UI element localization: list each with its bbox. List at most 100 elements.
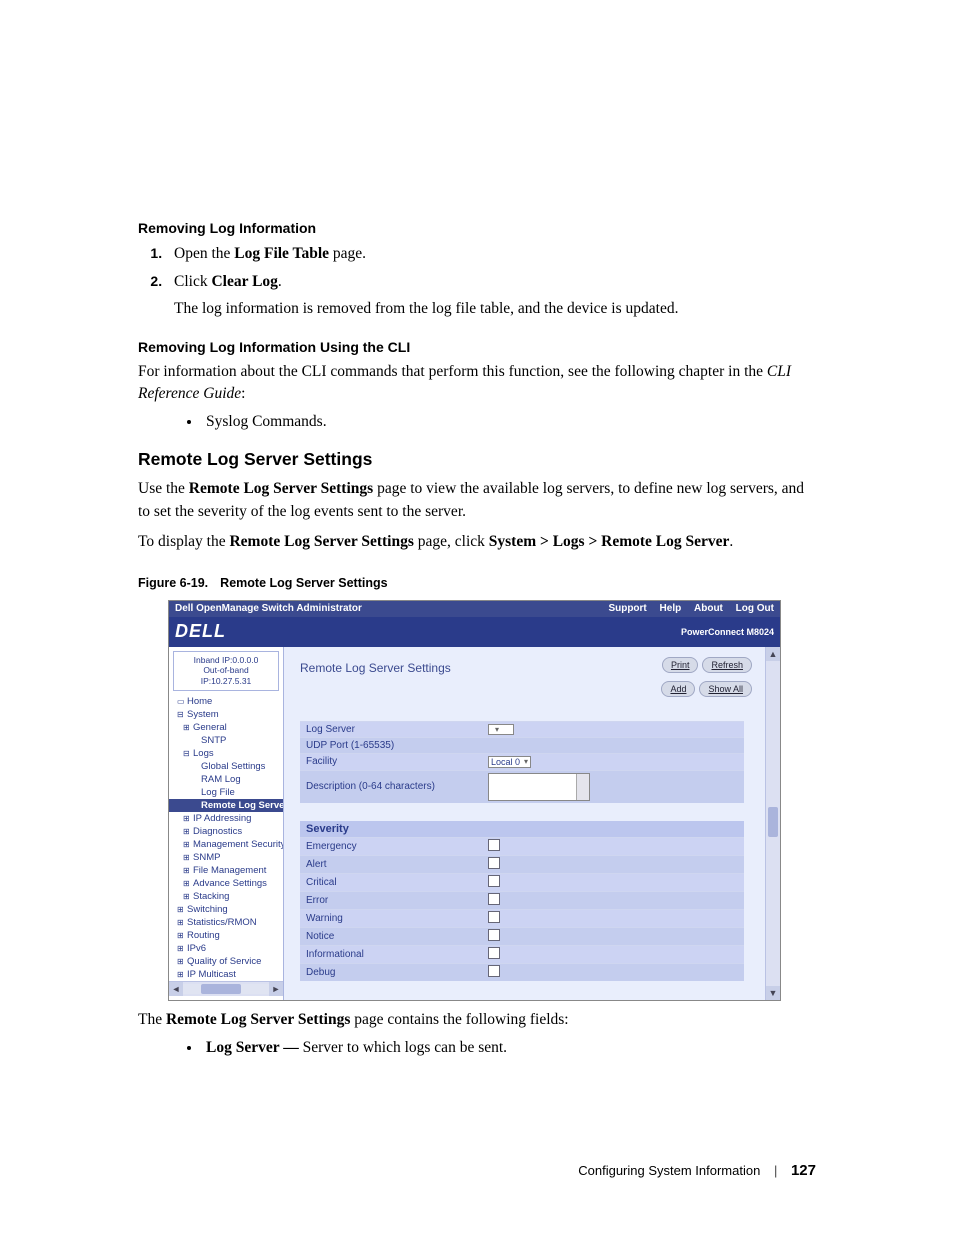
hscroll-left-icon[interactable]: ◄ [169,982,183,996]
nav-item-remote-log-server[interactable]: Remote Log Server [169,799,283,812]
nav-label: SNMP [193,852,220,863]
tree-expander-icon[interactable]: ⊞ [177,905,185,914]
nav-label: IPv6 [187,943,206,954]
nav-item-log-file[interactable]: Log File [169,786,283,799]
severity-label: Informational [300,945,482,963]
nav-item-switching[interactable]: ⊞Switching [169,903,283,916]
step-1-bold: Log File Table [234,245,329,262]
severity-label: Alert [300,855,482,873]
tree-expander-icon[interactable]: ⊞ [183,840,191,849]
section-path-pre: To display the [138,533,229,550]
nav-item-ipv6[interactable]: ⊞IPv6 [169,942,283,955]
severity-row-emergency: Emergency [300,837,744,855]
refresh-button[interactable]: Refresh [702,657,752,673]
log-server-select[interactable] [488,724,514,735]
tree-expander-icon[interactable]: ⊞ [183,853,191,862]
row-facility: Facility Local 0 [300,753,744,770]
nav-item-routing[interactable]: ⊞Routing [169,929,283,942]
figure-caption: Figure 6-19.Remote Log Server Settings [138,576,816,590]
showall-button[interactable]: Show All [699,681,752,697]
ss-topbar: Dell OpenManage Switch Administrator Sup… [169,601,780,617]
link-help[interactable]: Help [660,603,682,614]
severity-label: Error [300,891,482,909]
tree-expander-icon[interactable]: ⊞ [177,944,185,953]
severity-checkbox-alert[interactable] [488,857,500,869]
hscroll-thumb[interactable] [201,984,241,994]
nav-hscroll[interactable]: ◄ ► [169,981,283,996]
tree-expander-icon[interactable]: ⊞ [183,866,191,875]
link-about[interactable]: About [694,603,723,614]
nav-item-system[interactable]: ⊟System [169,708,283,721]
severity-checkbox-critical[interactable] [488,875,500,887]
nav-item-ip-multicast[interactable]: ⊞IP Multicast [169,968,283,981]
tree-expander-icon[interactable]: ⊟ [183,749,191,758]
severity-row-critical: Critical [300,873,744,891]
nav-label: Remote Log Server [201,800,283,811]
nav-item-file-management[interactable]: ⊞File Management [169,864,283,877]
nav-label: Home [187,696,212,707]
tree-expander-icon[interactable]: ⊞ [183,892,191,901]
nav-item-diagnostics[interactable]: ⊞Diagnostics [169,825,283,838]
nav-item-advance-settings[interactable]: ⊞Advance Settings [169,877,283,890]
tree-expander-icon[interactable]: ▭ [177,697,185,706]
tree-expander-icon[interactable]: ⊞ [177,970,185,979]
tree-expander-icon[interactable]: ⊞ [183,814,191,823]
step-2-pre: Click [174,273,211,290]
section-intro-pre: Use the [138,480,189,497]
severity-label: Debug [300,963,482,981]
nav-item-general[interactable]: ⊞General [169,721,283,734]
link-support[interactable]: Support [608,603,646,614]
section-path-post: . [729,533,733,550]
vscroll-thumb[interactable] [768,807,778,837]
vscroll-down-icon[interactable]: ▼ [766,986,780,1000]
print-button[interactable]: Print [662,657,699,673]
nav-item-global-settings[interactable]: Global Settings [169,760,283,773]
nav-item-logs[interactable]: ⊟Logs [169,747,283,760]
nav-item-statistics-rmon[interactable]: ⊞Statistics/RMON [169,916,283,929]
tree-expander-icon[interactable]: ⊞ [177,931,185,940]
tree-expander-icon[interactable]: ⊞ [183,827,191,836]
tree-expander-icon[interactable]: ⊞ [183,723,191,732]
nav-label: Management Security [193,839,283,850]
hscroll-right-icon[interactable]: ► [269,982,283,996]
tree-expander-icon[interactable]: ⊟ [177,710,185,719]
add-button[interactable]: Add [661,681,695,697]
footer-chapter: Configuring System Information [578,1163,760,1178]
vscroll-up-icon[interactable]: ▲ [766,647,780,661]
nav-label: RAM Log [201,774,241,785]
severity-checkbox-error[interactable] [488,893,500,905]
nav-item-ip-addressing[interactable]: ⊞IP Addressing [169,812,283,825]
row-log-server: Log Server [300,721,744,737]
tree-expander-icon[interactable]: ⊞ [177,918,185,927]
severity-checkbox-warning[interactable] [488,911,500,923]
nav-item-snmp[interactable]: ⊞SNMP [169,851,283,864]
link-logout[interactable]: Log Out [736,603,774,614]
step-1-pre: Open the [174,245,234,262]
nav-item-sntp[interactable]: SNTP [169,734,283,747]
description-textarea[interactable] [488,773,590,801]
facility-select[interactable]: Local 0 [488,756,531,768]
cli-intro-pre: For information about the CLI commands t… [138,363,767,380]
main-vscroll[interactable]: ▲ ▼ [765,647,780,1000]
tree-expander-icon[interactable]: ⊞ [183,879,191,888]
severity-checkbox-debug[interactable] [488,965,500,977]
nav-label: Logs [193,748,214,759]
textarea-scroll[interactable] [576,774,589,800]
nav-item-management-security[interactable]: ⊞Management Security [169,838,283,851]
severity-checkbox-notice[interactable] [488,929,500,941]
severity-row-warning: Warning [300,909,744,927]
step-2-result: The log information is removed from the … [174,298,816,320]
nav-item-stacking[interactable]: ⊞Stacking [169,890,283,903]
nav-item-home[interactable]: ▭Home [169,695,283,708]
severity-checkbox-emergency[interactable] [488,839,500,851]
cli-bullets: Syslog Commands. [202,413,816,431]
tree-expander-icon[interactable]: ⊞ [177,957,185,966]
nav-label: Diagnostics [193,826,242,837]
nav-label: System [187,709,219,720]
nav-item-quality-of-service[interactable]: ⊞Quality of Service [169,955,283,968]
below-fig-post: page contains the following fields: [350,1011,568,1028]
row-udp-port: UDP Port (1-65535) [300,737,744,753]
nav-item-ram-log[interactable]: RAM Log [169,773,283,786]
severity-checkbox-informational[interactable] [488,947,500,959]
ss-body: Inband IP:0.0.0.0 Out-of-band IP:10.27.5… [169,647,780,1000]
